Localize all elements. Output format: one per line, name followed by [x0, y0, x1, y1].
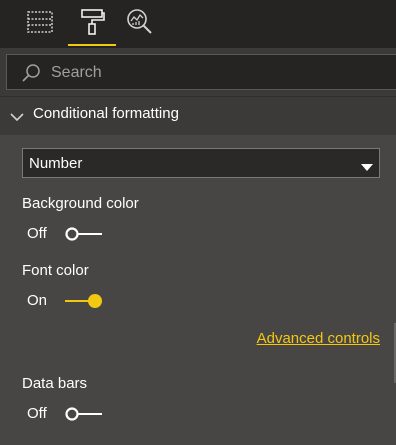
search-row [0, 48, 396, 96]
tab-format[interactable] [66, 0, 118, 48]
format-type-dropdown[interactable]: Number [22, 148, 380, 178]
background-color-state: Off [27, 225, 47, 242]
font-color-state: On [27, 292, 48, 309]
tab-analytics[interactable] [114, 0, 166, 48]
search-box[interactable] [6, 54, 396, 90]
font-color-label: Font color [22, 262, 89, 279]
dropdown-selected-value: Number [29, 155, 83, 172]
conditional-formatting-header[interactable]: Conditional formatting [0, 97, 396, 135]
search-icon [21, 63, 41, 88]
conditional-formatting-panel: Number Background color Off Font color O… [0, 135, 396, 445]
background-color-label: Background color [22, 195, 139, 212]
visualizations-toolbar [0, 0, 396, 48]
caret-down-icon [361, 159, 373, 177]
tab-fields[interactable] [14, 0, 66, 48]
data-bars-label: Data bars [22, 375, 88, 392]
chevron-down-icon [10, 109, 24, 127]
format-paint-roller-icon [79, 8, 105, 41]
section-title: Conditional formatting [33, 105, 179, 122]
data-bars-toggle[interactable] [64, 406, 104, 422]
fields-icon [26, 10, 54, 39]
data-bars-state: Off [27, 405, 47, 422]
search-input[interactable] [51, 61, 351, 85]
analytics-icon [126, 8, 154, 41]
background-color-toggle[interactable] [64, 226, 104, 242]
advanced-controls-link[interactable]: Advanced controls [257, 330, 380, 347]
font-color-toggle[interactable] [64, 293, 104, 309]
